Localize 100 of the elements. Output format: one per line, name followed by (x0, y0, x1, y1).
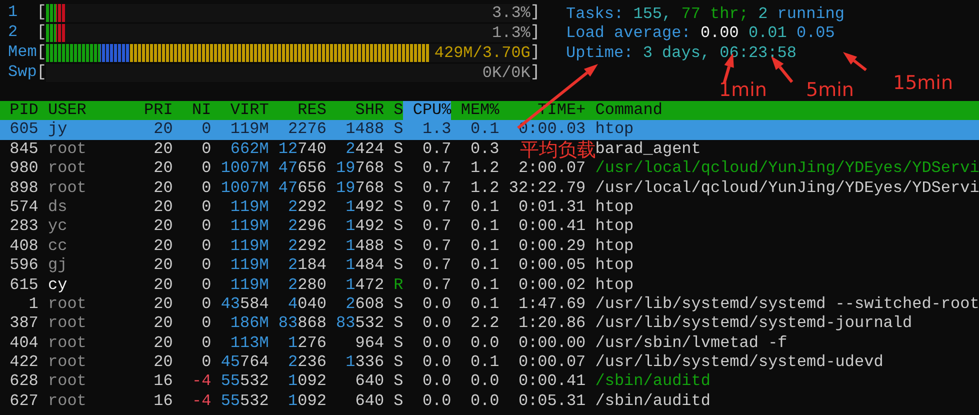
table-cell-text: 0.1 (469, 120, 500, 140)
table-cell-text: 640 (354, 392, 384, 412)
table-cell-text: 0.1 (469, 276, 500, 295)
table-cell-text: 0.7 (421, 276, 452, 295)
meter-value: 3.3% (492, 4, 530, 22)
table-cell-text: 1.3 (421, 120, 452, 140)
table-cell-text: 0 (200, 120, 212, 140)
column-header[interactable]: RES (268, 101, 326, 120)
table-cell-text: 0 (200, 217, 212, 237)
table-cell-text: 0.7 (421, 178, 452, 198)
table-cell-text: htop (595, 276, 635, 295)
table-cell-text: S (392, 353, 404, 372)
table-cell-text: 0 (200, 314, 212, 334)
table-cell-text: 119M (229, 120, 269, 140)
table-cell-text: 615 (8, 276, 38, 295)
table-cell-text: 0 (200, 178, 212, 198)
table-cell-text: 0.1 (469, 236, 500, 256)
table-cell-text: 1276 (287, 334, 326, 354)
table-cell-text: 964 (354, 334, 384, 354)
annotation-arrow (771, 56, 794, 83)
column-header[interactable]: PID (0, 101, 38, 120)
table-cell-text: htop (595, 120, 635, 140)
table-cell-text: 2184 (287, 256, 326, 276)
table-cell-text: 12740 (277, 140, 326, 160)
table-cell-text: 0:05.31 (517, 392, 586, 412)
table-cell-text: 0.0 (421, 372, 452, 392)
table-cell-text: 119M (229, 256, 269, 276)
table-cell-text: root (48, 178, 88, 198)
column-header[interactable]: S (384, 101, 404, 120)
table-cell-text: 0:00.07 (517, 353, 586, 372)
table-cell-text: 47656 (277, 159, 326, 179)
meter-value: 429M/3.70G (434, 44, 530, 62)
table-cell-text: 1488 (344, 236, 384, 256)
table-cell-text: root (48, 353, 88, 372)
table-cell-text: 2236 (287, 353, 326, 372)
table-cell-text: 0:00.02 (517, 276, 586, 295)
table-cell-text: 0.0 (469, 392, 500, 412)
meter-label: Swp (8, 63, 37, 83)
table-cell-text: 2.2 (469, 314, 500, 334)
table-cell-text: /usr/lib/systemd/systemd-udevd (595, 353, 884, 372)
table-cell-text: 1092 (287, 372, 326, 392)
table-cell-text: 0 (200, 198, 212, 218)
table-cell-text: root (48, 159, 88, 179)
table-cell-text: 83868 (277, 314, 326, 334)
column-header[interactable]: NI (172, 101, 212, 120)
table-cell-text: root (48, 294, 88, 314)
table-cell-text: 0.0 (469, 334, 500, 354)
table-cell-text: 404 (8, 334, 38, 354)
column-header[interactable]: SHR (326, 101, 384, 120)
table-cell-text: root (48, 334, 88, 354)
table-cell-text: 0.0 (421, 314, 452, 334)
table-cell-text: 0:00.29 (517, 236, 586, 256)
table-cell-text: 0.1 (469, 198, 500, 218)
table-cell-text: 119M (229, 236, 269, 256)
table-cell-text: 283 (8, 217, 38, 237)
summary-line: Load average: 0.00 0.01 0.05 (566, 24, 835, 42)
table-cell-text: 16 (152, 372, 173, 392)
table-cell-text: 596 (8, 256, 38, 276)
table-cell-text: 19768 (335, 159, 384, 179)
table-cell-text: -4 (191, 392, 212, 412)
column-header[interactable]: VIRT (211, 101, 269, 120)
table-cell-text: 628 (8, 372, 38, 392)
table-cell-text: root (48, 392, 88, 412)
table-cell-text: 1472 (344, 276, 384, 295)
summary-line: Tasks: 155, 77 thr; 2 running (566, 5, 844, 23)
table-cell-text: 20 (152, 334, 173, 354)
table-cell-text: S (392, 334, 404, 354)
summary-line: Uptime: 3 days, 06:23:58 (566, 44, 796, 62)
table-cell-text: ds (48, 198, 68, 218)
table-cell-text: 20 (152, 294, 173, 314)
table-cell-text: 45764 (220, 353, 269, 372)
table-cell: /usr/local/qcloud/YunJing/YDEyes/YDServi (595, 159, 979, 179)
table-cell-text: 20 (152, 276, 173, 295)
bracket: ] (530, 3, 540, 23)
column-header[interactable]: Command (595, 101, 979, 120)
table-cell-text: 605 (8, 120, 38, 140)
table-cell-text: htop (595, 198, 635, 218)
table-cell-text: 55532 (220, 392, 269, 412)
annotation-label: 1min (719, 79, 767, 101)
bracket: ] (530, 23, 540, 43)
table-cell-text: 0.7 (421, 236, 452, 256)
table-cell-text: 1 (28, 294, 38, 314)
table-cell: /usr/local/qcloud/YunJing/YDEyes/YDServi (595, 178, 979, 198)
table-cell-text: 387 (8, 314, 38, 334)
table-cell: /usr/lib/systemd/systemd --switched-root (595, 294, 979, 314)
table-cell-text: 1.2 (469, 178, 500, 198)
column-header[interactable]: PRI (134, 101, 173, 120)
table-cell-text: 1492 (344, 217, 384, 237)
table-cell-text: 20 (152, 256, 173, 276)
table-cell-text: /usr/lib/systemd/systemd-journald (595, 314, 914, 334)
table-cell-text: S (392, 372, 404, 392)
table-cell-text: htop (595, 217, 635, 237)
table-cell-text: 0 (200, 256, 212, 276)
meter-label: Mem (8, 43, 37, 63)
table-cell-text: 1492 (344, 198, 384, 218)
table-cell-text: 0.7 (421, 198, 452, 218)
column-header[interactable]: USER (48, 101, 134, 120)
table-cell-text: gj (48, 256, 68, 276)
column-header[interactable]: MEM% (451, 101, 500, 120)
table-cell-text: 0 (200, 140, 212, 160)
